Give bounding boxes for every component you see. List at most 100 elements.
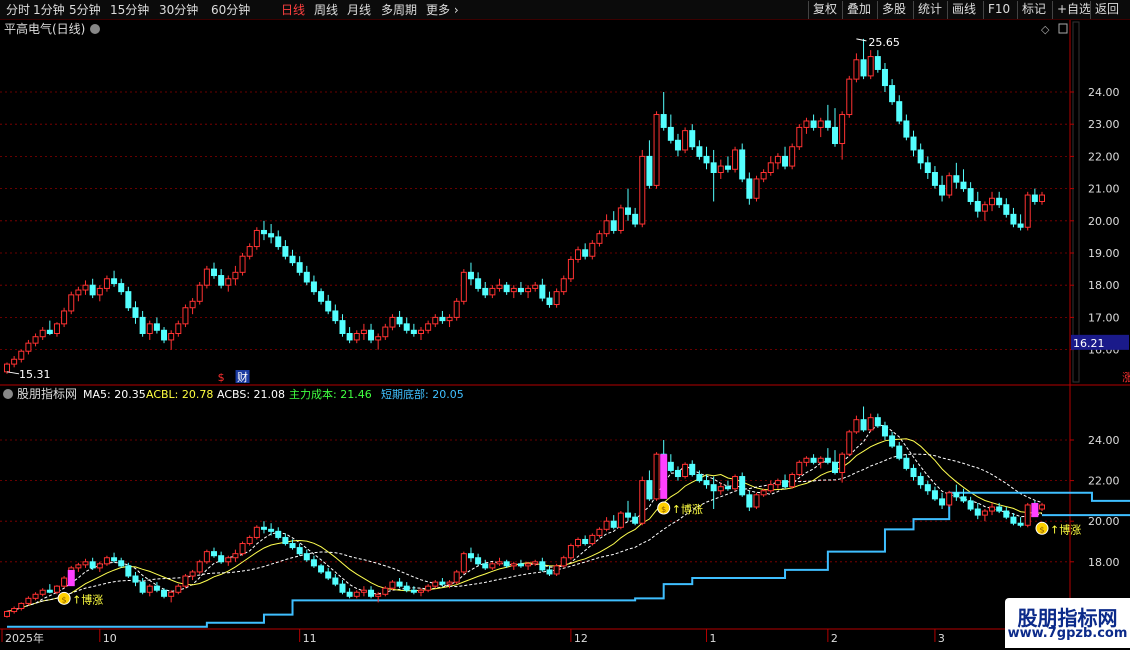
main-candle-body [482,287,489,296]
period-tab-3[interactable]: 15分钟 [110,2,149,18]
main-axis-label: 20.00 [1088,215,1120,228]
toolbar-button-2[interactable]: 多股 [877,1,910,19]
ind-candle-body [803,457,810,463]
ind-candle-body [903,457,910,469]
ind-candle-body [646,480,653,500]
period-tab-9[interactable]: 多周期 [381,2,417,18]
ind-candle-body [467,553,474,559]
indicator-value-3: 主力成本: 21.46 [289,387,372,401]
main-candle-body [211,268,217,277]
main-candle-body [410,329,417,334]
toolbar-button-3[interactable]: 统计 [913,1,946,19]
main-cost-line [7,491,1130,628]
ind-candle-body [503,561,510,567]
period-tab-10[interactable]: 更多 › [426,2,459,18]
period-tab-6[interactable]: 日线 [281,2,305,18]
ind-candle-body [153,585,160,591]
period-tab-2[interactable]: 5分钟 [69,2,101,18]
period-tab-0[interactable]: 分时 [6,2,30,18]
ind-candle-body [61,577,68,587]
signal-label: ↑博涨 [72,593,103,606]
period-toolbar: 分时 1分钟 5分钟 15分钟 30分钟 60分钟 日线 周线 月线 多周期 更多 › 复权 叠加 多股统… [0,0,1130,20]
ind-candle-body [967,500,974,510]
main-candle-body [739,149,746,180]
ind-candle-body [446,581,453,585]
scrollbar-frame [1072,21,1080,383]
ind-candle-body [703,480,710,486]
toolbar-button-7[interactable]: +自选 [1052,1,1095,19]
main-candle-body [168,333,175,341]
event-marker: $ [218,371,225,384]
ind-candle-body [824,457,831,463]
toolbar-button-6[interactable]: 标记 [1017,1,1050,19]
main-panel-title: 平高电气(日线) [4,21,85,36]
ind-candle-body [960,496,967,502]
main-candle-body [560,278,567,293]
diamond-icon: ◇ [1041,23,1050,36]
date-label: 1 [710,632,717,645]
ind-candle-body [182,575,189,587]
ind-candle-body [410,589,417,593]
main-candle-body [1031,194,1038,202]
ind-candle-body [789,474,796,488]
ind-candle-body [1024,504,1031,526]
ind-candle-body [418,589,424,593]
main-candle-body [61,310,68,325]
main-candle-body [874,56,881,70]
main-candle-body [996,197,1003,206]
toolbar-button-0[interactable]: 复权 [808,1,841,19]
ind-candle-body [196,561,203,573]
main-candle-body [11,358,18,365]
main-candle-body [639,155,646,225]
main-candle-body [1024,194,1031,228]
main-candle-body [96,287,103,296]
period-tab-8[interactable]: 月线 [347,2,371,18]
main-candle-body [253,229,260,248]
ind-candle-body [974,508,981,516]
main-candle-body [632,213,639,225]
current-price-label: 16.21 [1073,337,1105,350]
main-candle-body [260,229,267,235]
main-candle-body [653,114,660,186]
toolbar-button-1[interactable]: 叠加 [842,1,875,19]
ind-candle-body [282,536,289,545]
ind-candle-body [796,461,803,476]
indicator-value-2: ACBS: 21.08 [217,388,285,401]
ind-candle-body [32,593,39,599]
main-candle-body [817,120,824,128]
ind-candle-body [889,435,896,447]
main-candle-body [218,275,225,286]
main-candle-body [896,101,903,122]
ind-candle-body [710,484,717,492]
period-tab-5[interactable]: 60分钟 [211,2,250,18]
ind-candle-body [460,553,467,573]
main-candle-body [268,233,275,238]
main-candle-body [189,300,196,309]
dropdown-icon [90,24,100,34]
main-candle-body [953,175,960,183]
period-tab-1[interactable]: 1分钟 [33,2,65,18]
main-candle-body [182,307,189,325]
period-tab-7[interactable]: 周线 [314,2,338,18]
ind-candle-body [161,589,168,597]
ind-candle-body [867,417,874,431]
main-axis-label: 24.00 [1088,86,1120,99]
main-candle-body [667,126,674,141]
main-candle-body [732,149,739,170]
ind-candle-body [396,581,403,587]
toolbar-button-4[interactable]: 画线 [947,1,980,19]
ind-candle-body [482,563,489,569]
ind-candle-body [817,457,824,463]
main-candle-body [546,297,553,306]
toolbar-button-8[interactable]: 返回 [1090,1,1123,19]
kline-chart[interactable]: 24.00 23.00 22.00 21.00 20.00 19.00 18.00 17.00… [0,20,1130,650]
main-candle-body [525,287,532,293]
main-candle-body [332,310,339,322]
ind-candle-body [589,534,596,545]
ind-candle-body [310,559,317,567]
date-label: 2025年 [5,631,44,645]
ind-candle-body [211,551,217,557]
period-tab-4[interactable]: 30分钟 [159,2,198,18]
toolbar-button-5[interactable]: F10 [983,1,1014,19]
ind-candle-body [632,516,639,524]
